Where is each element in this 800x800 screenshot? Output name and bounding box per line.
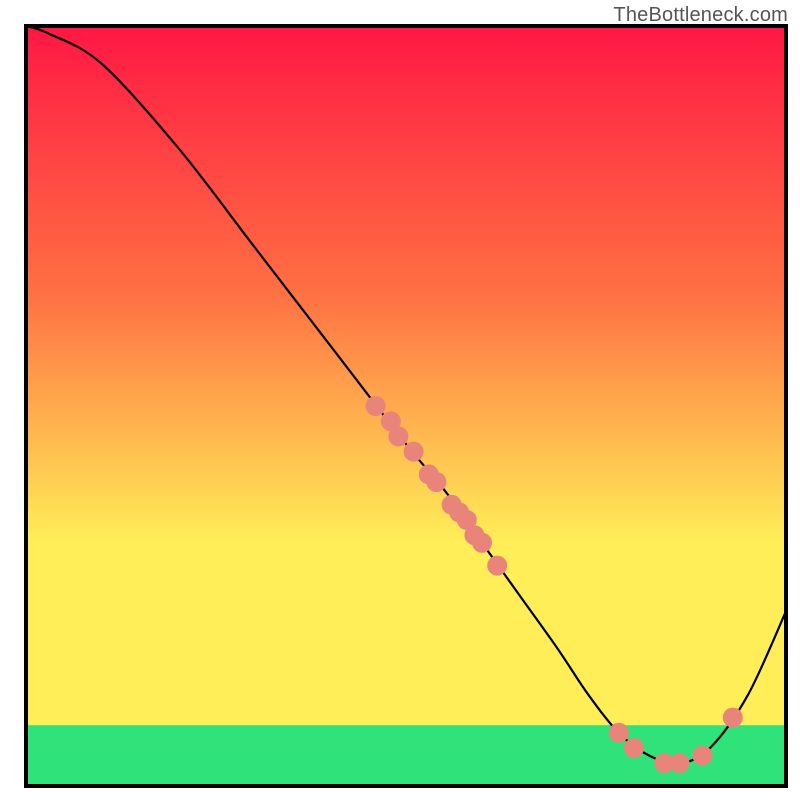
highlighted-point	[670, 753, 690, 773]
bottleneck-chart: TheBottleneck.com	[0, 0, 800, 800]
highlighted-point	[426, 472, 446, 492]
plot-svg	[0, 0, 800, 800]
watermark-text: TheBottleneck.com	[613, 4, 788, 27]
highlighted-point	[472, 533, 492, 553]
highlighted-point	[487, 556, 507, 576]
highlighted-point	[723, 708, 743, 728]
highlighted-point	[388, 426, 408, 446]
highlighted-point	[366, 396, 386, 416]
highlighted-point	[692, 746, 712, 766]
highlighted-point	[404, 442, 424, 462]
gradient-background	[26, 26, 786, 786]
highlighted-point	[609, 723, 629, 743]
green-band	[26, 725, 786, 786]
highlighted-point	[624, 738, 644, 758]
